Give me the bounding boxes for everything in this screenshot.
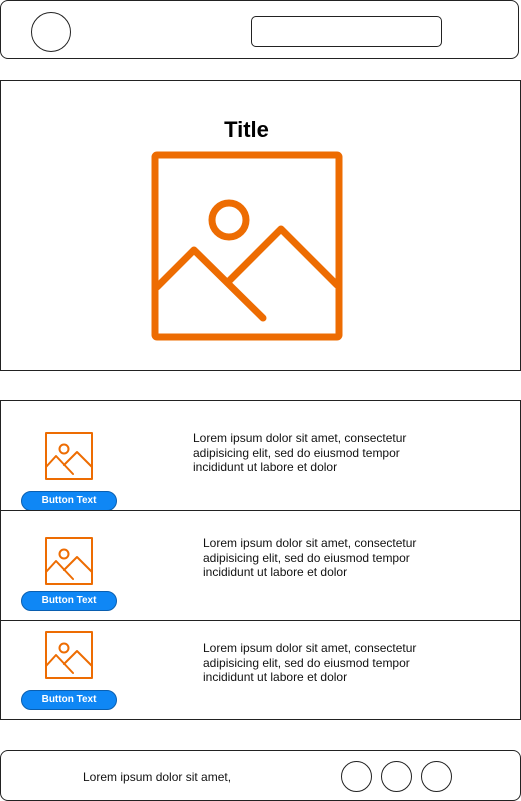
page-title: Title	[224, 117, 269, 142]
footer-text: Lorem ipsum dolor sit amet,	[83, 770, 232, 784]
image-placeholder-icon	[45, 631, 93, 679]
content-list: Button Text Lorem ipsum dolor sit amet, …	[0, 400, 521, 720]
hero-section: Title	[0, 80, 521, 371]
image-placeholder-icon	[151, 151, 343, 341]
item-description: Lorem ipsum dolor sit amet, consectetur …	[193, 431, 407, 474]
avatar-circle-icon[interactable]	[31, 12, 71, 52]
list-item: Button Text Lorem ipsum dolor sit amet, …	[0, 620, 521, 720]
item-description: Lorem ipsum dolor sit amet, consectetur …	[203, 641, 417, 684]
item-action-button[interactable]: Button Text	[21, 690, 117, 710]
circle-icon[interactable]	[421, 761, 452, 792]
circle-icon[interactable]	[341, 761, 372, 792]
item-description: Lorem ipsum dolor sit amet, consectetur …	[203, 536, 417, 579]
list-item: Button Text Lorem ipsum dolor sit amet, …	[0, 510, 521, 621]
image-placeholder-icon	[45, 537, 93, 585]
footer-bar: Lorem ipsum dolor sit amet,	[0, 750, 521, 801]
circle-icon[interactable]	[381, 761, 412, 792]
item-action-button[interactable]: Button Text	[21, 491, 117, 511]
search-input[interactable]	[251, 16, 442, 47]
header-bar	[0, 0, 519, 59]
item-action-button[interactable]: Button Text	[21, 591, 117, 611]
list-item: Button Text Lorem ipsum dolor sit amet, …	[0, 400, 521, 511]
image-placeholder-icon	[45, 432, 93, 480]
